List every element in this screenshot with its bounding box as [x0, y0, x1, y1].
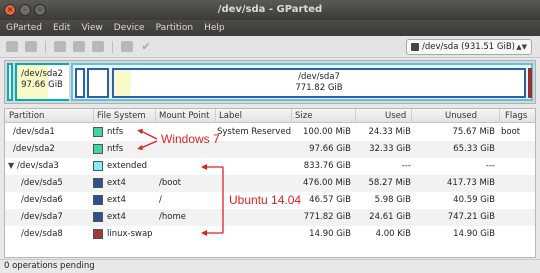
toolbar: ✔ /dev/sda (931.51 GiB) ▲▼	[0, 36, 540, 58]
status-bar: 0 operations pending	[0, 259, 540, 273]
diskmap-sda2-size: 97.66 GiB	[21, 80, 63, 90]
resize-move-icon[interactable]	[54, 41, 66, 52]
chevron-down-icon: ▲▼	[516, 43, 527, 51]
partition-table: Partition File System Mount Point Label …	[4, 108, 536, 258]
diskmap-sda3-extended[interactable]: /dev/sda7 771.82 GiB	[71, 63, 533, 101]
hard-disk-icon	[411, 43, 419, 51]
apply-check-icon[interactable]: ✔	[140, 41, 152, 52]
new-partition-icon[interactable]	[6, 41, 18, 52]
diskmap-sda8[interactable]	[528, 68, 532, 98]
delete-partition-icon[interactable]	[25, 41, 37, 52]
menu-help[interactable]: Help	[204, 23, 225, 33]
menu-device[interactable]: Device	[114, 23, 145, 33]
menu-edit[interactable]: Edit	[53, 23, 70, 33]
diskmap-sda2[interactable]: /dev/sda2 97.66 GiB	[15, 63, 69, 101]
toolbar-separator	[45, 41, 46, 53]
copy-icon[interactable]	[73, 41, 85, 52]
menu-view[interactable]: View	[81, 23, 102, 33]
diskmap-sda6[interactable]	[87, 68, 109, 98]
menu-bar: GParted Edit View Device Partition Help	[0, 20, 540, 36]
annotation-windows: Windows 7	[161, 132, 220, 146]
paste-icon[interactable]	[92, 41, 104, 52]
annotation-ubuntu: Ubuntu 14.04	[229, 193, 302, 207]
diskmap-sda7[interactable]: /dev/sda7 771.82 GiB	[112, 68, 526, 98]
ubuntu-bracket	[201, 164, 224, 236]
diskmap-sda1[interactable]	[7, 63, 13, 101]
diskmap-sda7-name: /dev/sda7	[298, 72, 340, 82]
toolbar-separator	[112, 41, 113, 53]
diskmap-sda5[interactable]	[75, 68, 85, 98]
diskmap-sda2-name: /dev/sda2	[21, 69, 63, 79]
windows-bracket	[137, 129, 158, 150]
window-title: /dev/sda - GParted	[217, 4, 323, 15]
disk-map: /dev/sda2 97.66 GiB /dev/sda7 771.82 GiB	[4, 60, 536, 104]
diskmap-sda7-size: 771.82 GiB	[295, 83, 343, 93]
menu-gparted[interactable]: GParted	[6, 23, 42, 33]
device-selector-label: /dev/sda (931.51 GiB)	[422, 42, 515, 52]
device-selector[interactable]: /dev/sda (931.51 GiB) ▲▼	[406, 39, 532, 55]
title-bar: × – + /dev/sda - GParted	[0, 0, 540, 20]
undo-icon[interactable]	[121, 41, 133, 52]
menu-partition[interactable]: Partition	[156, 23, 194, 33]
annotation-overlay	[137, 129, 224, 236]
